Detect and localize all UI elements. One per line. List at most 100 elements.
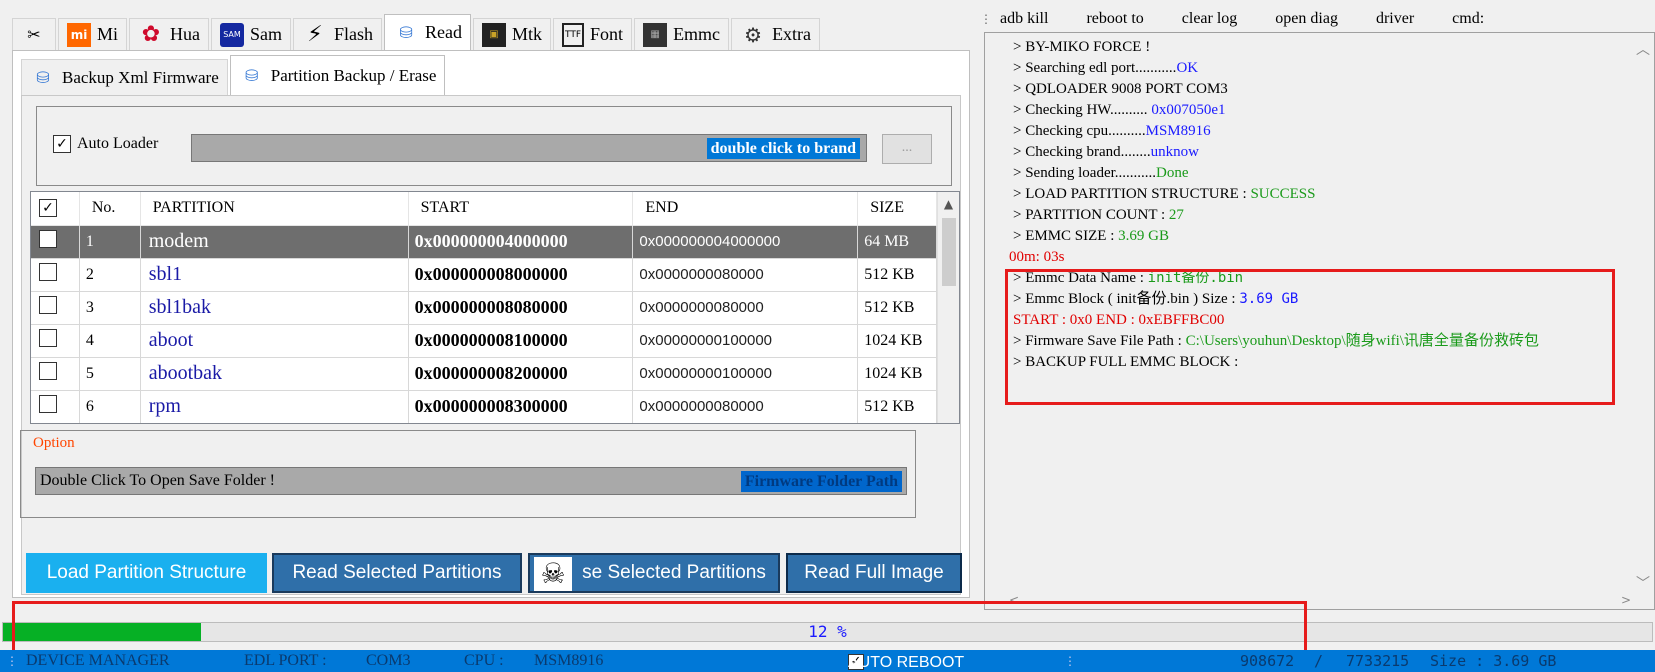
- scroll-thumb[interactable]: [942, 218, 956, 286]
- driver-button[interactable]: driver: [1376, 10, 1414, 28]
- option-label: Option: [33, 435, 75, 451]
- row-checkbox[interactable]: [31, 324, 80, 358]
- table-scrollbar[interactable]: ▲: [937, 192, 959, 423]
- row-checkbox[interactable]: [31, 258, 80, 292]
- scroll-up-icon[interactable]: ▲: [938, 192, 959, 216]
- right-toolbar: ⋮ adb kill reboot to clear log open diag…: [980, 6, 1522, 32]
- log-line: > LOAD PARTITION STRUCTURE : SUCCESS: [1013, 184, 1539, 205]
- tab-huawei-label: Hua: [170, 24, 201, 44]
- reboot-to-button[interactable]: reboot to: [1086, 10, 1143, 28]
- bytes-total: 7733215: [1346, 652, 1410, 670]
- row-end: 0x0000000080000: [632, 291, 859, 325]
- tab-mi[interactable]: mi Mi: [58, 18, 128, 50]
- row-checkbox[interactable]: [31, 291, 80, 325]
- log-value: Done: [1156, 165, 1189, 181]
- clear-log-button[interactable]: clear log: [1182, 10, 1238, 28]
- tab-samsung[interactable]: SAM Sam: [211, 18, 292, 50]
- row-checkbox[interactable]: [31, 225, 80, 259]
- tab-mi-label: Mi: [97, 24, 119, 44]
- column-header-size[interactable]: SIZE: [857, 192, 937, 226]
- sub-tab-bar: ⛁ Backup Xml Firmware ⛁ Partition Backup…: [21, 55, 446, 95]
- bytes-done: 908672: [1240, 652, 1295, 670]
- scroll-right-icon[interactable]: >: [1621, 593, 1631, 607]
- checkmark-icon: ✓: [39, 199, 57, 218]
- tab-emmc-label: Emmc: [673, 24, 721, 44]
- cpu-label: CPU :: [464, 652, 504, 669]
- log-text: > Checking cpu..........: [1013, 123, 1146, 139]
- toolbar-grip-icon[interactable]: ⋮: [980, 12, 992, 26]
- log-line: > Searching edl port...........OK: [1013, 58, 1539, 79]
- read-full-image-button[interactable]: Read Full Image: [786, 553, 962, 593]
- size-label: Size : 3.69 GB: [1430, 652, 1557, 670]
- cmd-button[interactable]: cmd:: [1452, 10, 1484, 28]
- column-header-start[interactable]: START: [408, 192, 634, 226]
- edl-port-label: EDL PORT :: [244, 652, 327, 669]
- load-partition-structure-button[interactable]: Load Partition Structure: [26, 553, 267, 593]
- column-header-no[interactable]: No.: [79, 192, 141, 226]
- table-row[interactable]: 1 modem 0x000000004000000 0x000000004000…: [31, 225, 937, 259]
- tab-flash[interactable]: ⚡ Flash: [293, 18, 383, 50]
- tab-extra[interactable]: ⚙ Extra: [731, 18, 821, 50]
- row-no: 1: [79, 225, 141, 259]
- adb-kill-button[interactable]: adb kill: [1000, 10, 1048, 28]
- device-manager-label[interactable]: DEVICE MANAGER: [26, 652, 170, 670]
- table-row[interactable]: 4 aboot 0x000000008100000 0x000000001000…: [31, 324, 937, 358]
- scroll-down-icon[interactable]: ﹀: [1636, 573, 1650, 593]
- row-no: 3: [79, 291, 141, 325]
- row-start: 0x000000008300000: [408, 390, 634, 423]
- table-row[interactable]: 2 sbl1 0x000000008000000 0x0000000080000…: [31, 258, 937, 292]
- scroll-up-icon[interactable]: ︿: [1636, 39, 1650, 59]
- tab-tools[interactable]: ✂: [12, 18, 56, 50]
- row-size: 512 KB: [857, 390, 937, 423]
- log-panel[interactable]: > BY-MIKO FORCE ! > Searching edl port..…: [984, 32, 1655, 610]
- row-end: 0x00000000100000: [632, 357, 859, 391]
- row-size: 512 KB: [857, 258, 937, 292]
- save-folder-field[interactable]: Double Click To Open Save Folder ! Firmw…: [35, 467, 907, 495]
- tab-emmc[interactable]: ▦ Emmc: [634, 18, 730, 50]
- column-header-end[interactable]: END: [632, 192, 859, 226]
- chip-icon: ▣: [482, 22, 507, 47]
- log-highlight-box: [1005, 269, 1615, 405]
- tab-backup-xml-firmware[interactable]: ⛁ Backup Xml Firmware: [21, 59, 228, 95]
- tab-mtk[interactable]: ▣ Mtk: [473, 18, 552, 50]
- tab-read[interactable]: ⛁ Read: [384, 14, 472, 50]
- browse-loader-button[interactable]: ...: [882, 134, 932, 164]
- font-file-icon: TTF: [562, 22, 585, 47]
- erase-selected-partitions-button[interactable]: ☠ se Selected Partitions: [528, 553, 780, 593]
- log-value: 27: [1168, 207, 1184, 223]
- lightning-icon: ⚡: [307, 22, 323, 47]
- log-line: > Checking cpu..........MSM8916: [1013, 121, 1539, 142]
- open-diag-button[interactable]: open diag: [1275, 10, 1338, 28]
- huawei-logo-icon: ✿: [141, 22, 161, 47]
- log-line: > Sending loader...........Done: [1013, 163, 1539, 184]
- tab-font[interactable]: TTF Font: [553, 18, 633, 50]
- row-size: 1024 KB: [857, 357, 937, 391]
- save-folder-text: Double Click To Open Save Folder !: [40, 472, 275, 489]
- network-icon: ⛁: [36, 68, 50, 87]
- log-scrollbar[interactable]: ︿ ﹀: [1632, 33, 1654, 593]
- log-text: > Sending loader...........: [1013, 165, 1157, 181]
- row-checkbox[interactable]: [31, 390, 80, 423]
- select-all-checkbox[interactable]: ✓: [31, 192, 80, 226]
- row-no: 6: [79, 390, 141, 423]
- status-grip-icon: ⋮: [6, 654, 18, 668]
- auto-reboot-label: AUTO REBOOT: [848, 654, 965, 671]
- column-header-partition[interactable]: PARTITION: [140, 192, 409, 226]
- table-row[interactable]: 3 sbl1bak 0x000000008080000 0x0000000080…: [31, 291, 937, 325]
- row-checkbox[interactable]: [31, 357, 80, 391]
- log-line: > QDLOADER 9008 PORT COM3: [1013, 81, 1228, 97]
- bytes-separator: /: [1314, 652, 1324, 670]
- tab-huawei[interactable]: ✿ Hua: [129, 18, 210, 50]
- checkbox-box: [39, 395, 57, 413]
- table-row[interactable]: 6 rpm 0x000000008300000 0x0000000080000 …: [31, 390, 937, 423]
- tab-partition-backup-erase[interactable]: ⛁ Partition Backup / Erase: [229, 55, 446, 95]
- left-panel: ✂ mi Mi ✿ Hua SAM Sam ⚡ Flash ⛁ Read ▣ M…: [0, 0, 975, 600]
- auto-loader-checkbox[interactable]: ✓ Auto Loader: [53, 135, 158, 153]
- read-selected-partitions-button[interactable]: Read Selected Partitions: [272, 553, 522, 593]
- skull-icon: ☠: [534, 557, 572, 591]
- loader-path-field[interactable]: double click to brand: [191, 134, 867, 162]
- log-text: > PARTITION COUNT :: [1013, 207, 1169, 223]
- tab-partition-backup-label: Partition Backup / Erase: [270, 65, 437, 85]
- row-start: 0x000000008000000: [408, 258, 634, 292]
- table-row[interactable]: 5 abootbak 0x000000008200000 0x000000001…: [31, 357, 937, 391]
